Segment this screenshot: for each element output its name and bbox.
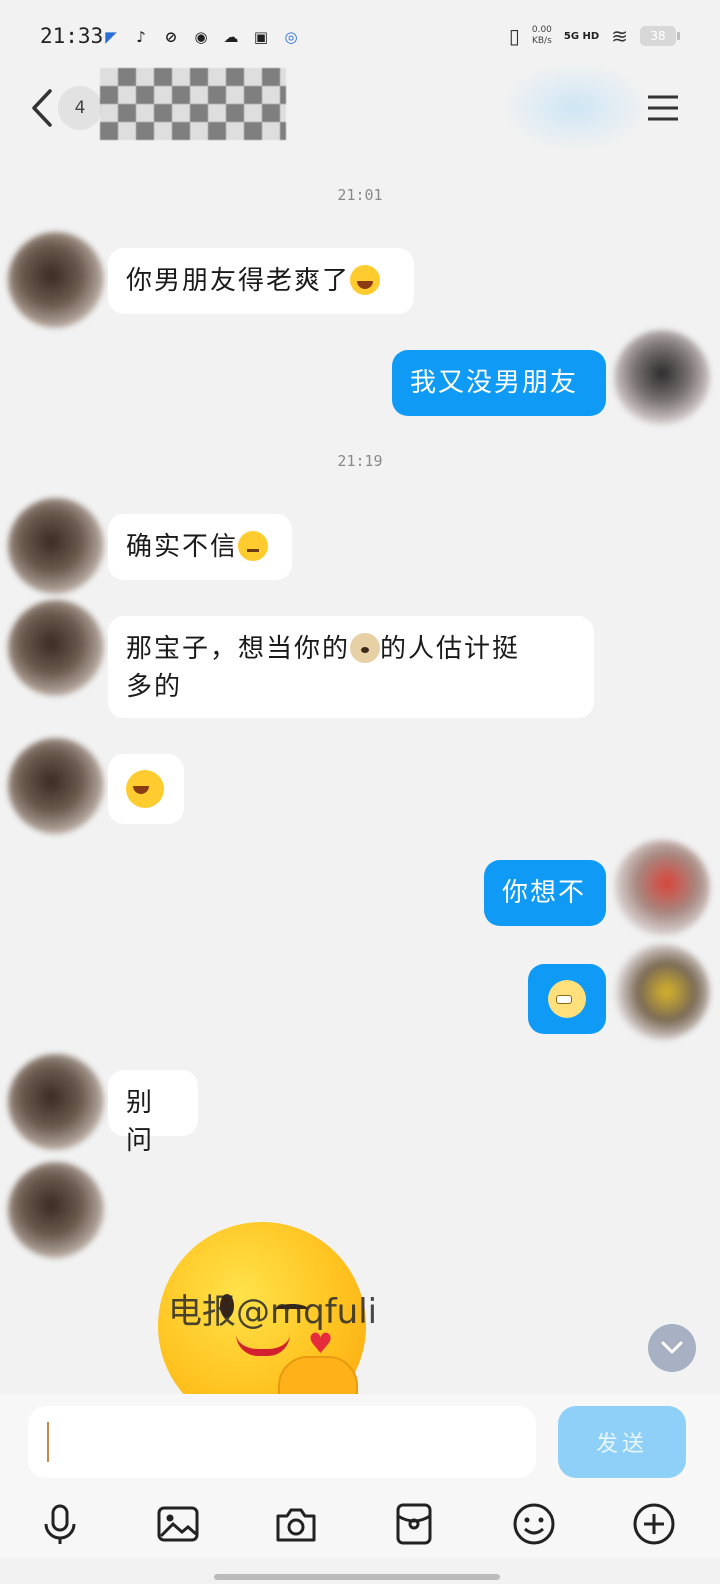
composer-bar: 发送 bbox=[0, 1394, 720, 1494]
net-speed-unit: KB/s bbox=[531, 36, 552, 46]
grin-emoji bbox=[548, 980, 586, 1018]
time-divider: 21:01 bbox=[337, 186, 383, 204]
chat-header: 4 bbox=[0, 62, 720, 152]
contact-avatar[interactable] bbox=[8, 738, 104, 834]
unread-badge[interactable]: 4 bbox=[58, 86, 102, 130]
chevron-left-icon[interactable] bbox=[28, 88, 58, 128]
hamburger-menu-icon[interactable] bbox=[646, 94, 680, 122]
net-speed-value: 0.00 bbox=[531, 25, 552, 35]
wifi-icon: ≋ bbox=[611, 24, 628, 48]
message-bubble-outgoing[interactable]: 你想不 bbox=[484, 860, 606, 926]
send-button[interactable]: 发送 bbox=[558, 1406, 686, 1478]
weibo-icon: ◉ bbox=[194, 28, 208, 46]
battery-indicator: 38 bbox=[640, 26, 680, 46]
contact-avatar[interactable] bbox=[8, 232, 104, 328]
message-bubble-outgoing[interactable]: 我又没男朋友 bbox=[392, 350, 606, 416]
red-packet-icon[interactable] bbox=[390, 1500, 438, 1548]
message-text: 你想不 bbox=[502, 878, 587, 908]
status-time: 21:33 bbox=[40, 24, 104, 48]
my-avatar[interactable] bbox=[614, 944, 710, 1040]
network-type: 5G HD bbox=[563, 30, 600, 42]
message-bubble-incoming[interactable] bbox=[108, 754, 184, 824]
thinking-emoji bbox=[238, 531, 269, 561]
contact-avatar[interactable] bbox=[8, 1054, 104, 1150]
image-icon[interactable] bbox=[154, 1500, 202, 1548]
my-avatar[interactable] bbox=[614, 840, 710, 936]
heart-icon: ♥ bbox=[308, 1327, 334, 1360]
status-right: ▯ 0.00 KB/s 5G HD ≋ 38 bbox=[508, 24, 680, 48]
message-bubble-incoming[interactable]: 你男朋友得老爽了 bbox=[108, 248, 414, 314]
cloud-icon: ☁ bbox=[223, 28, 239, 46]
message-bubble-incoming[interactable]: 那宝子，想当你的 的人估计挺 多的 bbox=[108, 616, 594, 718]
chevron-down-icon bbox=[661, 1341, 683, 1354]
message-text: 那宝子，想当你的 bbox=[126, 634, 351, 664]
camera-icon[interactable] bbox=[272, 1500, 320, 1548]
contact-avatar[interactable] bbox=[8, 498, 104, 594]
message-text: 多的 bbox=[126, 672, 183, 702]
text-caret bbox=[47, 1422, 49, 1462]
message-text: 你男朋友得老爽了 bbox=[126, 266, 351, 296]
flutter-app-icon: ◤ bbox=[105, 28, 117, 46]
plus-icon[interactable] bbox=[630, 1500, 678, 1548]
my-avatar[interactable] bbox=[614, 330, 710, 426]
header-blur-area bbox=[500, 62, 650, 152]
contact-avatar[interactable] bbox=[8, 1162, 104, 1258]
scroll-to-bottom-button[interactable] bbox=[648, 1324, 696, 1372]
microphone-icon[interactable] bbox=[36, 1500, 84, 1548]
message-text: 我又没男朋友 bbox=[410, 368, 579, 398]
app-dot-icon: ◎ bbox=[284, 28, 298, 46]
tiktok-icon: ♪ bbox=[136, 28, 146, 46]
message-bubble-incoming[interactable]: 别问 bbox=[108, 1070, 198, 1156]
contact-name-pixelated bbox=[100, 68, 286, 140]
time-divider: 21:19 bbox=[337, 452, 383, 470]
link-app-icon: ⊘ bbox=[164, 28, 178, 46]
message-text: 的人估计挺 bbox=[380, 634, 521, 664]
show-app-icon: ▣ bbox=[253, 28, 269, 46]
watermark-text: 电报@mqfuli bbox=[168, 1292, 378, 1332]
dog-emoji bbox=[350, 633, 381, 663]
message-text: 别问 bbox=[126, 1088, 155, 1156]
message-bubble-outgoing[interactable] bbox=[528, 964, 606, 1034]
vibrate-icon: ▯ bbox=[508, 24, 520, 48]
notification-icons: ◤ ♪ ⊘ ◉ ☁ ▣ ◎ bbox=[100, 26, 302, 48]
input-toolbar bbox=[0, 1494, 720, 1558]
net-speed: 0.00 KB/s bbox=[532, 25, 552, 47]
laughing-tears-emoji bbox=[126, 770, 164, 808]
laughing-tears-emoji bbox=[350, 265, 381, 295]
message-bubble-incoming[interactable]: 确实不信 bbox=[108, 514, 292, 580]
message-text: 确实不信 bbox=[126, 532, 239, 562]
message-input[interactable] bbox=[28, 1406, 536, 1478]
home-indicator[interactable] bbox=[214, 1574, 500, 1580]
emoji-icon[interactable] bbox=[510, 1500, 558, 1548]
contact-avatar[interactable] bbox=[8, 600, 104, 696]
